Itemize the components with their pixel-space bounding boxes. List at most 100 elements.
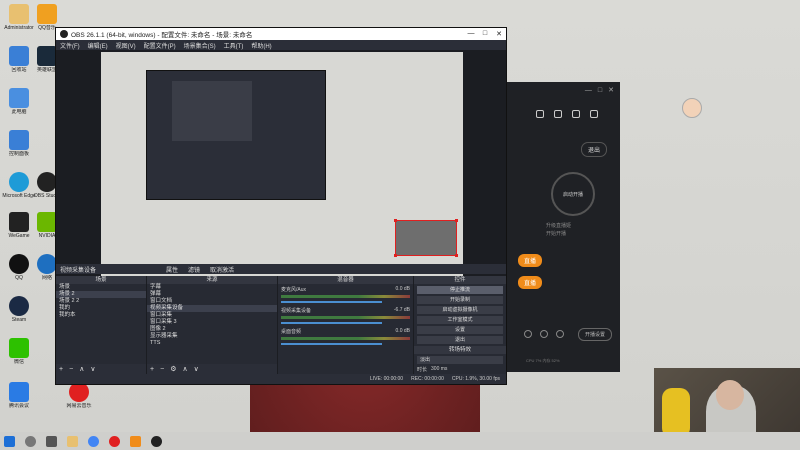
obs-preview[interactable]: [56, 50, 506, 288]
down-icon[interactable]: ∨: [194, 365, 199, 373]
sources-header: 来源: [147, 276, 277, 284]
camera-icon[interactable]: [524, 330, 532, 338]
search-icon[interactable]: [25, 435, 36, 447]
qq-icon: [9, 254, 29, 274]
menu-file[interactable]: 文件(F): [60, 41, 80, 50]
add-icon[interactable]: +: [150, 366, 154, 373]
stream-subtext-2: 开始开播: [546, 231, 567, 237]
settings-button[interactable]: 设置: [417, 326, 503, 334]
preview-canvas: [101, 52, 463, 282]
virtual-camera-button[interactable]: 启动虚拟摄像机: [417, 306, 503, 314]
gear-icon[interactable]: ⚙: [170, 365, 176, 373]
menu-scene-collection[interactable]: 场景集合(S): [184, 41, 216, 50]
channel-name: 桌面音频: [281, 329, 302, 335]
mixer-channel: 麦克风/Aux 0.0 dB: [278, 284, 413, 305]
start-recording-button[interactable]: 开始录制: [417, 296, 503, 304]
deactivate-button[interactable]: 取消激活: [210, 265, 234, 274]
bell-icon[interactable]: [572, 110, 580, 118]
properties-button[interactable]: 属性: [166, 265, 178, 274]
volume-slider[interactable]: [281, 322, 382, 324]
scene-item[interactable]: 我的本: [56, 312, 146, 319]
source-item[interactable]: 显示器采集: [147, 333, 277, 340]
desktop-icon-tencent-meeting[interactable]: 腾讯会议: [2, 382, 36, 409]
source-item[interactable]: 图像 2: [147, 326, 277, 333]
down-icon[interactable]: ∨: [90, 365, 95, 373]
source-item[interactable]: 窗口采集: [147, 312, 277, 319]
plush-toy: [662, 388, 690, 438]
obs-taskbar-icon[interactable]: [151, 435, 162, 447]
source-item[interactable]: 视频采集设备: [147, 305, 277, 312]
scene-item[interactable]: 场景 2 2: [56, 298, 146, 305]
webcam-source-selection[interactable]: [394, 219, 458, 257]
desktop-icon-this-pc[interactable]: 此电脑: [2, 88, 36, 115]
file-explorer-icon[interactable]: [67, 435, 78, 447]
stream-exit-button[interactable]: 退出: [581, 142, 608, 157]
remove-icon[interactable]: −: [69, 366, 73, 373]
share-icon[interactable]: [590, 110, 598, 118]
controls-dock: 控件 停止推流 开始录制 启动虚拟摄像机 工作室模式 设置 退出 转场特效 淡出…: [414, 276, 506, 374]
stream-orange-button-1[interactable]: 直播: [518, 254, 543, 267]
source-item[interactable]: 弹幕: [147, 291, 277, 298]
stream-settings-button[interactable]: 开播设置: [577, 328, 612, 341]
task-view-icon[interactable]: [46, 435, 57, 447]
scene-item[interactable]: 场景 2: [56, 291, 146, 298]
start-icon[interactable]: [4, 435, 15, 447]
desktop-icon-wechat[interactable]: 微信: [2, 338, 36, 365]
maximize-icon[interactable]: □: [598, 87, 602, 94]
message-icon[interactable]: [554, 110, 562, 118]
scene-item[interactable]: 我的: [56, 305, 146, 312]
maximize-icon[interactable]: □: [478, 30, 492, 38]
gift-icon[interactable]: [536, 110, 544, 118]
source-item[interactable]: 窗口文档: [147, 298, 277, 305]
studio-mode-button[interactable]: 工作室模式: [417, 316, 503, 324]
menu-tools[interactable]: 工具(T): [224, 41, 244, 50]
obs-status-bar: LIVE: 00:00:00 REC: 00:00:00 CPU: 1.9%, …: [56, 374, 506, 384]
menu-view[interactable]: 视图(V): [116, 41, 136, 50]
desktop-icon-control-panel[interactable]: 控制面板: [2, 130, 36, 157]
close-icon[interactable]: ✕: [608, 86, 614, 94]
remove-icon[interactable]: −: [160, 366, 164, 373]
channel-db: 0.0 dB: [395, 286, 410, 292]
streaming-app-taskbar-icon[interactable]: [130, 435, 141, 447]
live-streaming-app: — □ ✕ 退出 启动开播 升级直播姬 开始开播 直播 直播 开播设置 CPU …: [505, 82, 620, 372]
controls-header: 控件: [414, 276, 506, 284]
netease-icon: [69, 382, 89, 402]
minimize-icon[interactable]: —: [585, 87, 592, 94]
duration-input[interactable]: 300 ms: [431, 366, 447, 373]
channel-name: 麦克风/Aux: [281, 287, 307, 293]
chrome-icon[interactable]: [88, 435, 99, 447]
gear-icon[interactable]: [556, 330, 564, 338]
source-item[interactable]: 窗口采集 3: [147, 319, 277, 326]
stream-bottom-icons: [524, 330, 564, 338]
obs-icon: [37, 172, 57, 192]
menu-profile[interactable]: 配置文件(P): [144, 41, 176, 50]
source-item[interactable]: TTS: [147, 340, 277, 347]
volume-meter: [281, 316, 410, 319]
close-icon[interactable]: ✕: [492, 30, 506, 38]
mic-icon[interactable]: [540, 330, 548, 338]
obs-title-bar: OBS 26.1.1 (64-bit, windows) - 配置文件: 未命名…: [56, 28, 506, 40]
menu-help[interactable]: 帮助(H): [251, 41, 271, 50]
stop-streaming-button[interactable]: 停止推流: [417, 286, 503, 294]
steam-icon: [9, 296, 29, 316]
desktop-icon-steam[interactable]: Steam: [2, 296, 36, 323]
up-icon[interactable]: ∧: [182, 365, 187, 373]
stream-status-text: CPU 7% 内存 52%: [526, 358, 560, 363]
exit-button[interactable]: 退出: [417, 336, 503, 344]
floating-avatar[interactable]: [682, 98, 702, 118]
volume-slider[interactable]: [281, 343, 382, 345]
add-icon[interactable]: +: [59, 366, 63, 373]
netease-taskbar-icon[interactable]: [109, 435, 120, 447]
transition-select[interactable]: 淡出: [417, 356, 503, 364]
start-live-button[interactable]: 启动开播: [551, 172, 595, 216]
scene-item[interactable]: 场景: [56, 284, 146, 291]
up-icon[interactable]: ∧: [79, 365, 84, 373]
stream-orange-button-2[interactable]: 直播: [518, 276, 543, 289]
volume-slider[interactable]: [281, 301, 382, 303]
filters-button[interactable]: 滤镜: [188, 265, 200, 274]
music-icon: [37, 4, 57, 24]
minimize-icon[interactable]: —: [464, 30, 478, 38]
menu-edit[interactable]: 编辑(E): [88, 41, 108, 50]
desktop-icon-netease[interactable]: 网易云音乐: [62, 382, 96, 409]
source-item[interactable]: 字幕: [147, 284, 277, 291]
